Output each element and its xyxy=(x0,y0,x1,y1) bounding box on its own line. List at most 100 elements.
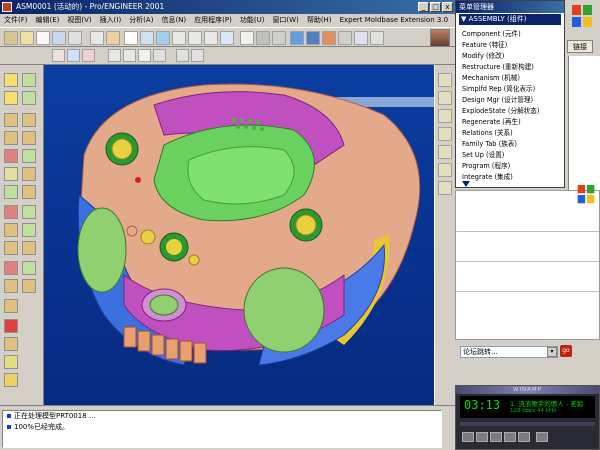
print-icon[interactable] xyxy=(68,31,82,45)
sketch-icon[interactable] xyxy=(4,31,18,45)
mm-item-design-mgr[interactable]: Design Mgr (设计管理) xyxy=(462,94,533,104)
app-icon[interactable] xyxy=(2,2,12,12)
mm-item-explodestate[interactable]: ExplodeState (分解状态) xyxy=(462,105,539,115)
next-track-icon[interactable] xyxy=(518,432,530,442)
slot-icon[interactable] xyxy=(22,205,36,219)
shading-icon[interactable] xyxy=(290,31,304,45)
menu-insert[interactable]: 插入(I) xyxy=(96,14,126,27)
menu-manager-header[interactable]: ▼ ASSEMBLY (组件) xyxy=(459,14,561,25)
datum-curve-tool-icon[interactable] xyxy=(438,109,452,123)
redraw-icon[interactable] xyxy=(156,31,170,45)
graphics-viewport[interactable] xyxy=(44,65,434,405)
section-icon[interactable] xyxy=(176,49,189,62)
hidden-line-icon[interactable] xyxy=(272,31,286,45)
group-icon[interactable] xyxy=(22,279,36,293)
links-button[interactable]: 链接 xyxy=(567,40,593,53)
datum-graph-tool-icon[interactable] xyxy=(438,181,452,195)
datum-plane-icon[interactable] xyxy=(354,31,368,45)
zoom-fit-icon[interactable] xyxy=(172,31,186,45)
mm-item-simplfd-rep[interactable]: Simplfd Rep (简化表示) xyxy=(462,83,535,93)
eject-icon[interactable] xyxy=(536,432,548,442)
measure-icon[interactable] xyxy=(191,49,204,62)
go-button[interactable]: go xyxy=(560,345,572,357)
zoom-in-icon[interactable] xyxy=(188,31,202,45)
revolve-icon[interactable] xyxy=(22,113,36,127)
stop-icon[interactable] xyxy=(504,432,516,442)
edit-component-icon[interactable] xyxy=(4,91,18,105)
suppress-icon[interactable] xyxy=(4,337,18,351)
protrusion-icon[interactable] xyxy=(4,223,18,237)
filter-icon[interactable] xyxy=(82,49,95,62)
copy-icon[interactable] xyxy=(4,279,18,293)
ear-icon[interactable] xyxy=(22,241,36,255)
open-folder-icon[interactable] xyxy=(20,31,34,45)
zoom-out-icon[interactable] xyxy=(204,31,218,45)
chevron-down-icon[interactable]: ▾ xyxy=(547,347,557,357)
menu-window[interactable]: 窗口(W) xyxy=(268,14,302,27)
datum-axis-icon[interactable] xyxy=(108,49,121,62)
mm-item-modify[interactable]: Modify (修改) xyxy=(462,50,504,60)
coord-sys-icon[interactable] xyxy=(138,49,151,62)
layer-icon[interactable] xyxy=(338,31,352,45)
menu-edit[interactable]: 编辑(E) xyxy=(32,14,64,27)
resume-icon[interactable] xyxy=(4,355,18,369)
close-button[interactable]: x xyxy=(442,2,453,12)
select-icon[interactable] xyxy=(67,49,80,62)
edit-def-icon[interactable] xyxy=(22,91,36,105)
forum-jump-select[interactable]: 论坛跳转... xyxy=(460,346,558,358)
wireframe-icon[interactable] xyxy=(256,31,270,45)
menu-view[interactable]: 视图(V) xyxy=(63,14,95,27)
add-component-icon[interactable] xyxy=(22,73,36,87)
menu-analysis[interactable]: 分析(A) xyxy=(125,14,157,27)
mm-item-set-up[interactable]: Set Up (设置) xyxy=(462,149,504,159)
rib-icon[interactable] xyxy=(4,167,18,181)
maximize-button[interactable]: □ xyxy=(430,2,441,12)
datum-point-icon[interactable] xyxy=(123,49,136,62)
mm-item-regenerate[interactable]: Regenerate (再生) xyxy=(462,116,521,126)
play-icon[interactable] xyxy=(476,432,488,442)
pause-icon[interactable] xyxy=(490,432,502,442)
pattern-icon[interactable] xyxy=(4,261,18,275)
save-icon[interactable] xyxy=(52,31,66,45)
shell-icon[interactable] xyxy=(22,149,36,163)
hole-icon[interactable] xyxy=(4,149,18,163)
menu-applications[interactable]: 应用程序(P) xyxy=(190,14,236,27)
neck-icon[interactable] xyxy=(4,241,18,255)
reorder-icon[interactable] xyxy=(4,373,18,387)
mm-item-integrate[interactable]: Integrate (集成) xyxy=(462,171,513,181)
mm-item-feature[interactable]: Feature (特征) xyxy=(462,39,507,49)
mm-item-restructure[interactable]: Restructure (重新构建) xyxy=(462,61,534,71)
minimize-button[interactable]: _ xyxy=(418,2,429,12)
datum-point-tool-icon[interactable] xyxy=(438,127,452,141)
menu-help[interactable]: 帮助(H) xyxy=(303,14,336,27)
datum-csys-tool-icon[interactable] xyxy=(438,145,452,159)
mm-item-family-tab[interactable]: Family Tab (族表) xyxy=(462,138,517,148)
context-help-icon[interactable] xyxy=(370,31,384,45)
prev-track-icon[interactable] xyxy=(462,432,474,442)
refit-icon[interactable] xyxy=(220,31,234,45)
datum-axis-tool-icon[interactable] xyxy=(438,91,452,105)
new-file-icon[interactable] xyxy=(36,31,50,45)
draft-icon[interactable] xyxy=(22,167,36,181)
sweep-icon[interactable] xyxy=(4,131,18,145)
menu-moldbase[interactable]: Expert Moldbase Extension 3.0 xyxy=(336,14,453,27)
orient-icon[interactable] xyxy=(140,31,154,45)
view-manager-icon[interactable] xyxy=(90,31,104,45)
datum-analysis-tool-icon[interactable] xyxy=(438,163,452,177)
mm-item-program[interactable]: Program (程序) xyxy=(462,160,510,170)
menu-utilities[interactable]: 功能(U) xyxy=(236,14,269,27)
model-tree-icon[interactable] xyxy=(306,31,320,45)
mm-item-component[interactable]: Component (元件) xyxy=(462,28,521,38)
cut-icon[interactable] xyxy=(52,49,65,62)
delete-icon[interactable] xyxy=(4,319,18,333)
color-appearance-icon[interactable] xyxy=(322,31,336,45)
extrude-icon[interactable] xyxy=(4,113,18,127)
menu-file[interactable]: 文件(F) xyxy=(0,14,32,27)
winamp-seek-bar[interactable] xyxy=(460,422,595,426)
mm-item-mechanism[interactable]: Mechanism (机械) xyxy=(462,72,520,82)
pan-icon[interactable] xyxy=(106,31,120,45)
tweak-icon[interactable] xyxy=(4,299,18,313)
blend-icon[interactable] xyxy=(22,131,36,145)
menu-info[interactable]: 信息(N) xyxy=(157,14,190,27)
named-view-icon[interactable] xyxy=(124,31,138,45)
